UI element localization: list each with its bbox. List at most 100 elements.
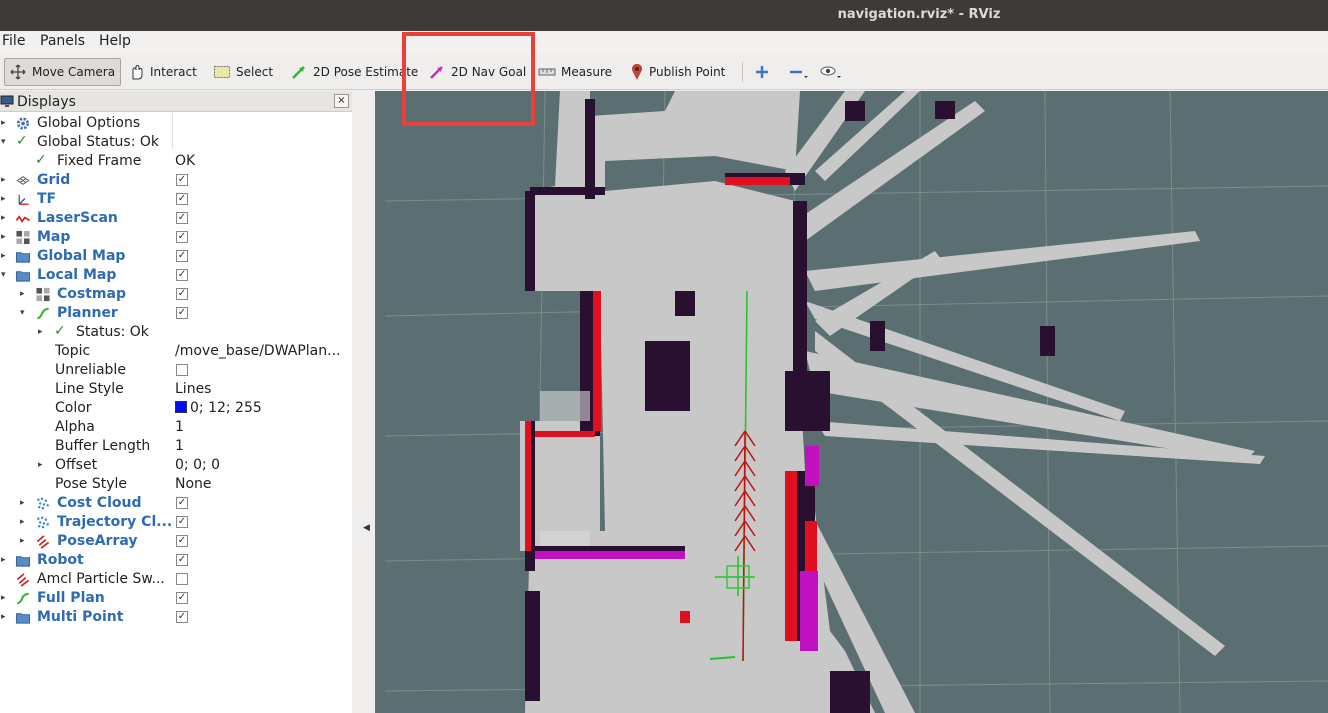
- menu-file[interactable]: File: [2, 33, 25, 49]
- tree-row-robot[interactable]: ▸ Robot ✓: [0, 551, 352, 570]
- toolbar-separator: [742, 62, 743, 82]
- tree-value: 0; 0; 0: [175, 457, 221, 473]
- display-checkbox[interactable]: ✓: [176, 307, 188, 319]
- tree-row-global-status[interactable]: ▾ ✓ Global Status: Ok: [0, 133, 352, 152]
- display-checkbox[interactable]: ✓: [176, 535, 188, 547]
- tree-row-topic[interactable]: Topic /move_base/DWAPlan...: [0, 342, 352, 361]
- collapse-arrow-icon[interactable]: ▾: [20, 307, 30, 319]
- tree-label: Map: [37, 229, 71, 245]
- expand-arrow-icon[interactable]: ▸: [1, 212, 11, 224]
- collapse-left-icon[interactable]: ◀: [363, 523, 370, 533]
- tree-row-full-plan[interactable]: ▸ Full Plan ✓: [0, 589, 352, 608]
- expand-arrow-icon[interactable]: ▸: [20, 535, 30, 547]
- expand-arrow-icon[interactable]: ▸: [20, 288, 30, 300]
- tree-value: 1: [175, 438, 184, 454]
- measure-button[interactable]: Measure: [534, 58, 616, 86]
- tree-row-status[interactable]: ▸ ✓ Status: Ok: [0, 323, 352, 342]
- display-checkbox[interactable]: ✓: [176, 174, 188, 186]
- tree-row-local-map[interactable]: ▾ Local Map ✓: [0, 266, 352, 285]
- display-checkbox[interactable]: ✓: [176, 269, 188, 281]
- display-checkbox[interactable]: ✓: [176, 611, 188, 623]
- expand-arrow-icon[interactable]: ▸: [20, 516, 30, 528]
- tool-visibility-button[interactable]: [815, 58, 847, 86]
- tree-value: Lines: [175, 381, 212, 397]
- tree-row-alpha[interactable]: Alpha 1: [0, 418, 352, 437]
- expand-arrow-icon[interactable]: ▸: [1, 611, 11, 623]
- publish-point-button[interactable]: Publish Point: [626, 58, 729, 86]
- tree-row-costmap[interactable]: ▸ Costmap ✓: [0, 285, 352, 304]
- tree-row-trajectory-cloud[interactable]: ▸ Trajectory Cl... ✓: [0, 513, 352, 532]
- expand-arrow-icon[interactable]: ▸: [1, 231, 11, 243]
- tree-label: Alpha: [55, 419, 95, 435]
- tree-row-amcl-particle-swarm[interactable]: Amcl Particle Sw...: [0, 570, 352, 589]
- tree-row-global-map[interactable]: ▸ Global Map ✓: [0, 247, 352, 266]
- expand-arrow-icon[interactable]: ▸: [20, 497, 30, 509]
- tree-row-buffer-length[interactable]: Buffer Length 1: [0, 437, 352, 456]
- interact-button[interactable]: Interact: [125, 58, 201, 86]
- plus-icon: [756, 66, 768, 78]
- expand-arrow-icon[interactable]: ▸: [1, 554, 11, 566]
- display-checkbox[interactable]: ✓: [176, 193, 188, 205]
- tree-label: Global Options: [37, 115, 141, 131]
- tree-label: Buffer Length: [55, 438, 151, 454]
- tree-row-laserscan[interactable]: ▸ LaserScan ✓: [0, 209, 352, 228]
- panel-splitter[interactable]: ◀: [352, 91, 375, 713]
- expand-arrow-icon[interactable]: ▸: [1, 250, 11, 262]
- display-checkbox[interactable]: ✓: [176, 516, 188, 528]
- title-bar: navigation.rviz* - RViz: [0, 0, 1328, 31]
- tree-row-unreliable[interactable]: Unreliable: [0, 361, 352, 380]
- display-checkbox[interactable]: ✓: [176, 250, 188, 262]
- tree-value-color[interactable]: 0; 12; 255: [175, 400, 262, 416]
- tree-row-planner[interactable]: ▾ Planner ✓: [0, 304, 352, 323]
- display-checkbox[interactable]: [176, 364, 188, 376]
- tree-row-color[interactable]: Color 0; 12; 255: [0, 399, 352, 418]
- tree-label: Color: [55, 400, 92, 416]
- select-button[interactable]: Select: [209, 58, 277, 86]
- close-panel-button[interactable]: ×: [334, 94, 349, 108]
- collapse-arrow-icon[interactable]: ▾: [1, 269, 11, 281]
- move-camera-button[interactable]: Move Camera: [4, 58, 121, 86]
- tree-row-cost-cloud[interactable]: ▸ Cost Cloud ✓: [0, 494, 352, 513]
- expand-arrow-icon[interactable]: ▸: [38, 459, 48, 471]
- path-icon: [37, 307, 49, 320]
- display-checkbox[interactable]: ✓: [176, 231, 188, 243]
- folder-icon: [15, 613, 31, 624]
- display-checkbox[interactable]: ✓: [176, 288, 188, 300]
- hand-icon: [132, 64, 143, 80]
- display-checkbox[interactable]: ✓: [176, 554, 188, 566]
- tree-row-line-style[interactable]: Line Style Lines: [0, 380, 352, 399]
- displays-title: Displays: [17, 94, 76, 110]
- expand-arrow-icon[interactable]: ▸: [1, 117, 11, 129]
- display-checkbox[interactable]: ✓: [176, 592, 188, 604]
- select-icon: [214, 66, 230, 78]
- collapse-arrow-icon[interactable]: ▾: [1, 136, 11, 148]
- map-pin-icon: [632, 63, 642, 80]
- expand-arrow-icon[interactable]: ▸: [38, 326, 48, 338]
- add-tool-button[interactable]: [750, 58, 774, 86]
- nav-goal-highlight-box: [402, 32, 535, 126]
- tree-row-grid[interactable]: ▸ Grid ✓: [0, 171, 352, 190]
- tree-row-offset[interactable]: ▸ Offset 0; 0; 0: [0, 456, 352, 475]
- displays-panel-header: Displays ×: [0, 91, 352, 112]
- tree-value: None: [175, 476, 212, 492]
- display-checkbox[interactable]: ✓: [176, 212, 188, 224]
- tree-label: Global Status: Ok: [37, 134, 160, 150]
- display-checkbox[interactable]: [176, 573, 188, 585]
- expand-arrow-icon[interactable]: ▸: [1, 174, 11, 186]
- eye-icon: [820, 66, 841, 78]
- display-checkbox[interactable]: ✓: [176, 497, 188, 509]
- tree-row-pose-style[interactable]: Pose Style None: [0, 475, 352, 494]
- 3d-viewport[interactable]: [375, 91, 1328, 713]
- tree-row-fixed-frame[interactable]: ✓ Fixed Frame OK: [0, 152, 352, 171]
- expand-arrow-icon[interactable]: ▸: [1, 592, 11, 604]
- tree-row-multi-point[interactable]: ▸ Multi Point ✓: [0, 608, 352, 627]
- measure-label: Measure: [561, 65, 612, 79]
- menu-help[interactable]: Help: [99, 33, 131, 49]
- tree-row-map[interactable]: ▸ Map ✓: [0, 228, 352, 247]
- tree-row-tf[interactable]: ▸ TF ✓: [0, 190, 352, 209]
- tree-row-global-options[interactable]: ▸ Global Options: [0, 114, 352, 133]
- menu-panels[interactable]: Panels: [40, 33, 85, 49]
- expand-arrow-icon[interactable]: ▸: [1, 193, 11, 205]
- tree-row-posearray[interactable]: ▸ PoseArray ✓: [0, 532, 352, 551]
- remove-tool-button[interactable]: [784, 58, 814, 86]
